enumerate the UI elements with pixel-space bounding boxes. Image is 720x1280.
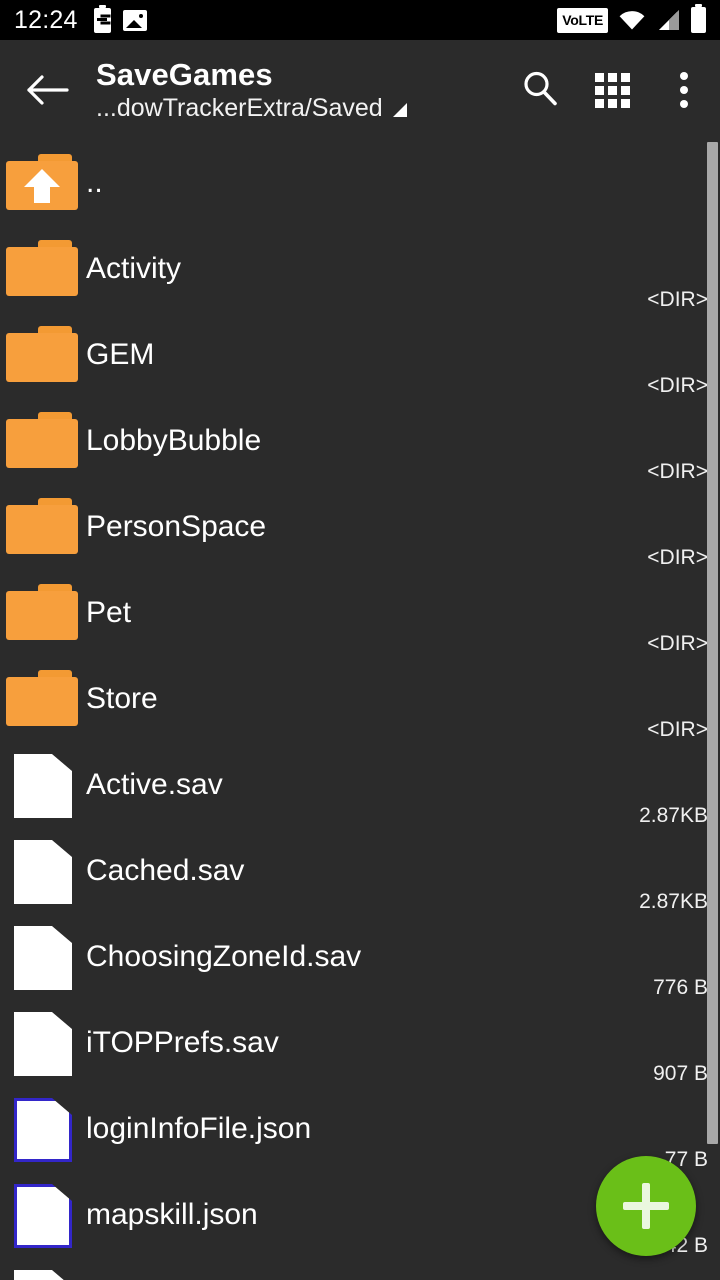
photo-icon — [122, 9, 147, 31]
list-item-name: GEM — [86, 338, 155, 371]
list-item-size: <DIR> — [647, 288, 708, 311]
battery-plus-icon — [93, 4, 111, 33]
breadcrumb[interactable]: ...dowTrackerExtra/Saved — [96, 93, 494, 123]
back-button[interactable] — [0, 40, 96, 140]
status-bar-clock: 12:24 — [14, 5, 78, 34]
overflow-menu-button[interactable] — [648, 40, 720, 140]
list-item-name: .. — [86, 166, 103, 199]
list-item[interactable]: Activity <DIR> — [0, 226, 720, 312]
add-fab-button[interactable] — [596, 1156, 696, 1256]
list-item-icon — [6, 924, 80, 990]
page-title: SaveGames — [96, 57, 273, 92]
list-item-name: mapskill.json — [86, 1198, 258, 1231]
search-button[interactable] — [504, 40, 576, 140]
list-item[interactable]: Active.sav 2.87KB — [0, 742, 720, 828]
list-item[interactable]: .. — [0, 140, 720, 226]
grid-view-button[interactable] — [576, 40, 648, 140]
document-icon — [14, 754, 72, 818]
folder-icon — [6, 584, 78, 640]
list-item-name: Pet — [86, 596, 132, 629]
code-document-icon — [14, 1184, 72, 1248]
list-item-size: 907 B — [653, 1062, 708, 1085]
list-item-icon — [6, 1096, 80, 1162]
list-item-size: <DIR> — [647, 718, 708, 741]
status-bar-left-icons — [93, 4, 147, 33]
list-item-size: 776 B — [653, 976, 708, 999]
breadcrumb-path: ...dowTrackerExtra/Saved — [96, 94, 383, 122]
file-manager-screen: 12:24 VoLTE SaveGames ...dowTrackerExtra… — [0, 0, 720, 1280]
folder-icon — [6, 240, 78, 296]
list-item-icon — [6, 1268, 80, 1280]
list-item-name: Cached.sav — [86, 854, 245, 887]
list-item[interactable]: GEM <DIR> — [0, 312, 720, 398]
folder-icon — [6, 412, 78, 468]
triangle-dropdown-icon[interactable] — [392, 103, 407, 117]
list-item-name: Activity — [86, 252, 182, 285]
list-item-size: 2.87KB — [639, 890, 708, 913]
toolbar-titles[interactable]: SaveGames ...dowTrackerExtra/Saved — [96, 57, 504, 123]
list-item[interactable]: LobbyBubble <DIR> — [0, 398, 720, 484]
list-item[interactable] — [0, 1258, 720, 1280]
list-item-name: iTOPPrefs.sav — [86, 1026, 279, 1059]
list-item-icon — [6, 1182, 80, 1248]
list-item-icon — [6, 1010, 80, 1076]
list-item-name: ChoosingZoneId.sav — [86, 940, 362, 973]
more-vertical-icon — [680, 72, 688, 108]
list-item-size: <DIR> — [647, 632, 708, 655]
list-item-icon — [6, 752, 80, 818]
plus-icon — [623, 1183, 669, 1229]
folder-icon — [6, 670, 78, 726]
arrow-left-icon — [26, 72, 70, 108]
list-item[interactable]: iTOPPrefs.sav 907 B — [0, 1000, 720, 1086]
list-item-icon — [6, 838, 80, 904]
list-item-name: PersonSpace — [86, 510, 267, 543]
cellular-signal-icon — [656, 9, 680, 31]
list-item-name: LobbyBubble — [86, 424, 262, 457]
folder-up-icon — [6, 154, 78, 210]
grid-view-icon — [594, 72, 630, 108]
list-item[interactable]: ChoosingZoneId.sav 776 B — [0, 914, 720, 1000]
list-item[interactable]: Pet <DIR> — [0, 570, 720, 656]
list-item-icon — [6, 322, 80, 388]
list-item-size: <DIR> — [647, 546, 708, 569]
vertical-scrollbar[interactable] — [707, 142, 718, 1144]
list-item-name: Active.sav — [86, 768, 223, 801]
app-toolbar: SaveGames ...dowTrackerExtra/Saved — [0, 40, 720, 140]
list-item[interactable]: PersonSpace <DIR> — [0, 484, 720, 570]
list-item[interactable]: Store <DIR> — [0, 656, 720, 742]
list-item[interactable]: Cached.sav 2.87KB — [0, 828, 720, 914]
volte-badge-icon: VoLTE — [557, 7, 608, 33]
document-icon — [14, 926, 72, 990]
battery-icon — [691, 4, 706, 33]
document-icon — [14, 840, 72, 904]
list-item-name: Store — [86, 682, 158, 715]
list-item[interactable]: loginInfoFile.json 77 B — [0, 1086, 720, 1172]
list-item-size: <DIR> — [647, 374, 708, 397]
status-bar: 12:24 VoLTE — [0, 0, 720, 40]
list-item-icon — [6, 236, 80, 302]
search-icon — [521, 69, 559, 112]
toolbar-actions — [504, 40, 720, 140]
wifi-icon — [619, 10, 645, 30]
code-document-icon — [14, 1098, 72, 1162]
list-item-size: 2.87KB — [639, 804, 708, 827]
list-item-icon — [6, 408, 80, 474]
file-list[interactable]: .. Activity <DIR> GEM <DIR> LobbyBubble <DIR> P… — [0, 140, 720, 1280]
folder-icon — [6, 326, 78, 382]
list-item-icon — [6, 150, 80, 216]
list-item-icon — [6, 580, 80, 646]
arrow-up-icon — [22, 167, 62, 205]
list-item-icon — [6, 494, 80, 560]
list-item-name: loginInfoFile.json — [86, 1112, 312, 1145]
list-item-icon — [6, 666, 80, 732]
document-icon — [14, 1012, 72, 1076]
list-item-size: <DIR> — [647, 460, 708, 483]
folder-icon — [6, 498, 78, 554]
document-icon — [14, 1270, 72, 1280]
status-bar-right-icons: VoLTE — [557, 4, 706, 33]
